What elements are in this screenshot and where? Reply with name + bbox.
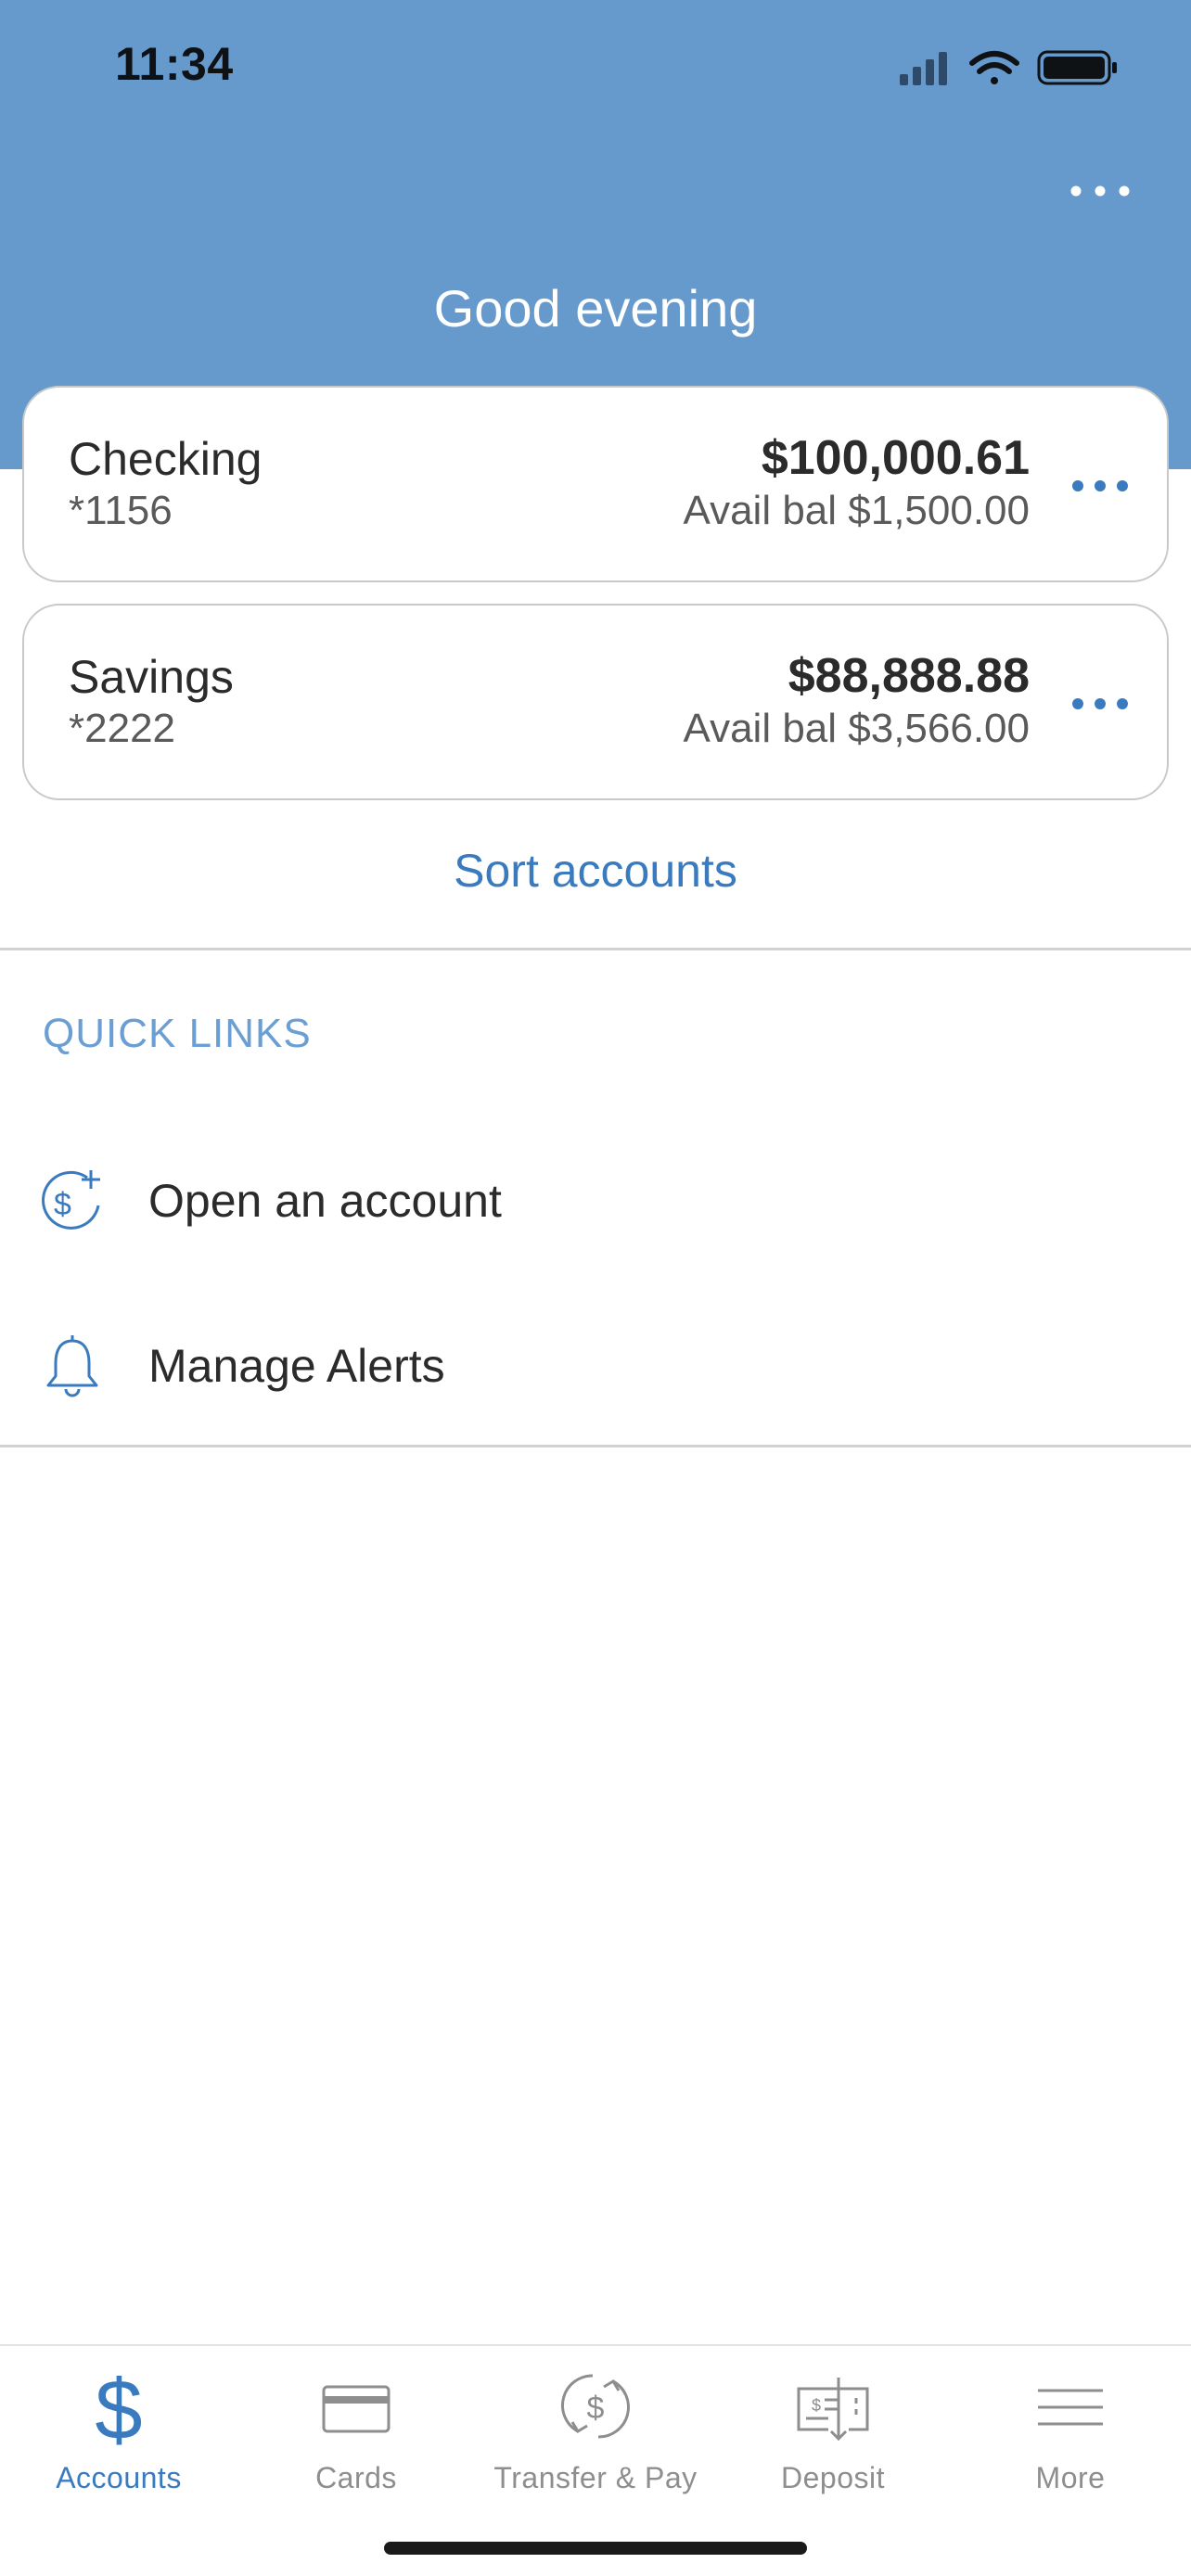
account-number: *1156 [69, 488, 173, 533]
dollar-icon: $ [95, 2365, 142, 2448]
account-balance: $88,888.88 [788, 649, 1030, 703]
svg-text:$: $ [95, 2365, 142, 2448]
wifi-icon [969, 51, 1019, 84]
cellular-signal-icon [900, 52, 947, 85]
tab-transfer-pay[interactable]: $ Transfer & Pay [477, 2346, 714, 2504]
account-card-savings[interactable]: Savings *2222 $88,888.88 Avail bal $3,56… [22, 604, 1169, 800]
quick-link-label: Open an account [148, 1175, 502, 1227]
account-number: *2222 [69, 706, 176, 751]
account-card-checking[interactable]: Checking *1156 $100,000.61 Avail bal $1,… [22, 386, 1169, 582]
quick-link-label: Manage Alerts [148, 1340, 445, 1392]
card-icon [322, 2385, 391, 2433]
home-indicator [384, 2542, 807, 2555]
available-balance: Avail bal $3,566.00 [683, 706, 1030, 751]
tab-accounts[interactable]: $ Accounts [0, 2346, 237, 2504]
svg-text:$: $ [54, 1187, 71, 1222]
svg-text:$: $ [587, 2391, 605, 2426]
tab-label: Accounts [56, 2461, 182, 2494]
account-name: Checking [69, 433, 263, 485]
account-name: Savings [69, 651, 234, 703]
tab-cards[interactable]: Cards [237, 2346, 475, 2504]
svg-text:$: $ [812, 2396, 821, 2415]
account-more-icon[interactable] [1070, 685, 1130, 722]
quick-links-title: QUICK LINKS [43, 1011, 312, 1056]
status-time: 11:34 [115, 38, 234, 90]
transfer-icon: $ [561, 2374, 630, 2439]
tab-label: More [1035, 2461, 1106, 2494]
quick-link-open-account[interactable]: $ Open an account [0, 1142, 1191, 1254]
tab-label: Transfer & Pay [493, 2461, 698, 2494]
dollar-plus-icon: $ [42, 1170, 100, 1230]
more-horizontal-icon[interactable] [1067, 174, 1133, 208]
account-more-icon[interactable] [1070, 467, 1130, 504]
menu-icon [1038, 2389, 1103, 2426]
tab-more[interactable]: More [952, 2346, 1189, 2504]
account-balance: $100,000.61 [761, 431, 1030, 485]
tab-label: Cards [315, 2461, 397, 2494]
greeting: Good evening [433, 279, 758, 338]
divider [0, 1445, 1191, 1447]
battery-icon [1037, 50, 1117, 85]
tab-label: Deposit [781, 2461, 885, 2494]
status-icons [900, 50, 1117, 85]
check-deposit-icon: $ [797, 2378, 869, 2442]
bell-icon [46, 1335, 98, 1397]
quick-link-manage-alerts[interactable]: Manage Alerts [0, 1307, 1191, 1419]
sort-accounts-link[interactable]: Sort accounts [0, 844, 1191, 898]
available-balance: Avail bal $1,500.00 [683, 488, 1030, 533]
divider [0, 948, 1191, 950]
tab-deposit[interactable]: $ Deposit [714, 2346, 952, 2504]
